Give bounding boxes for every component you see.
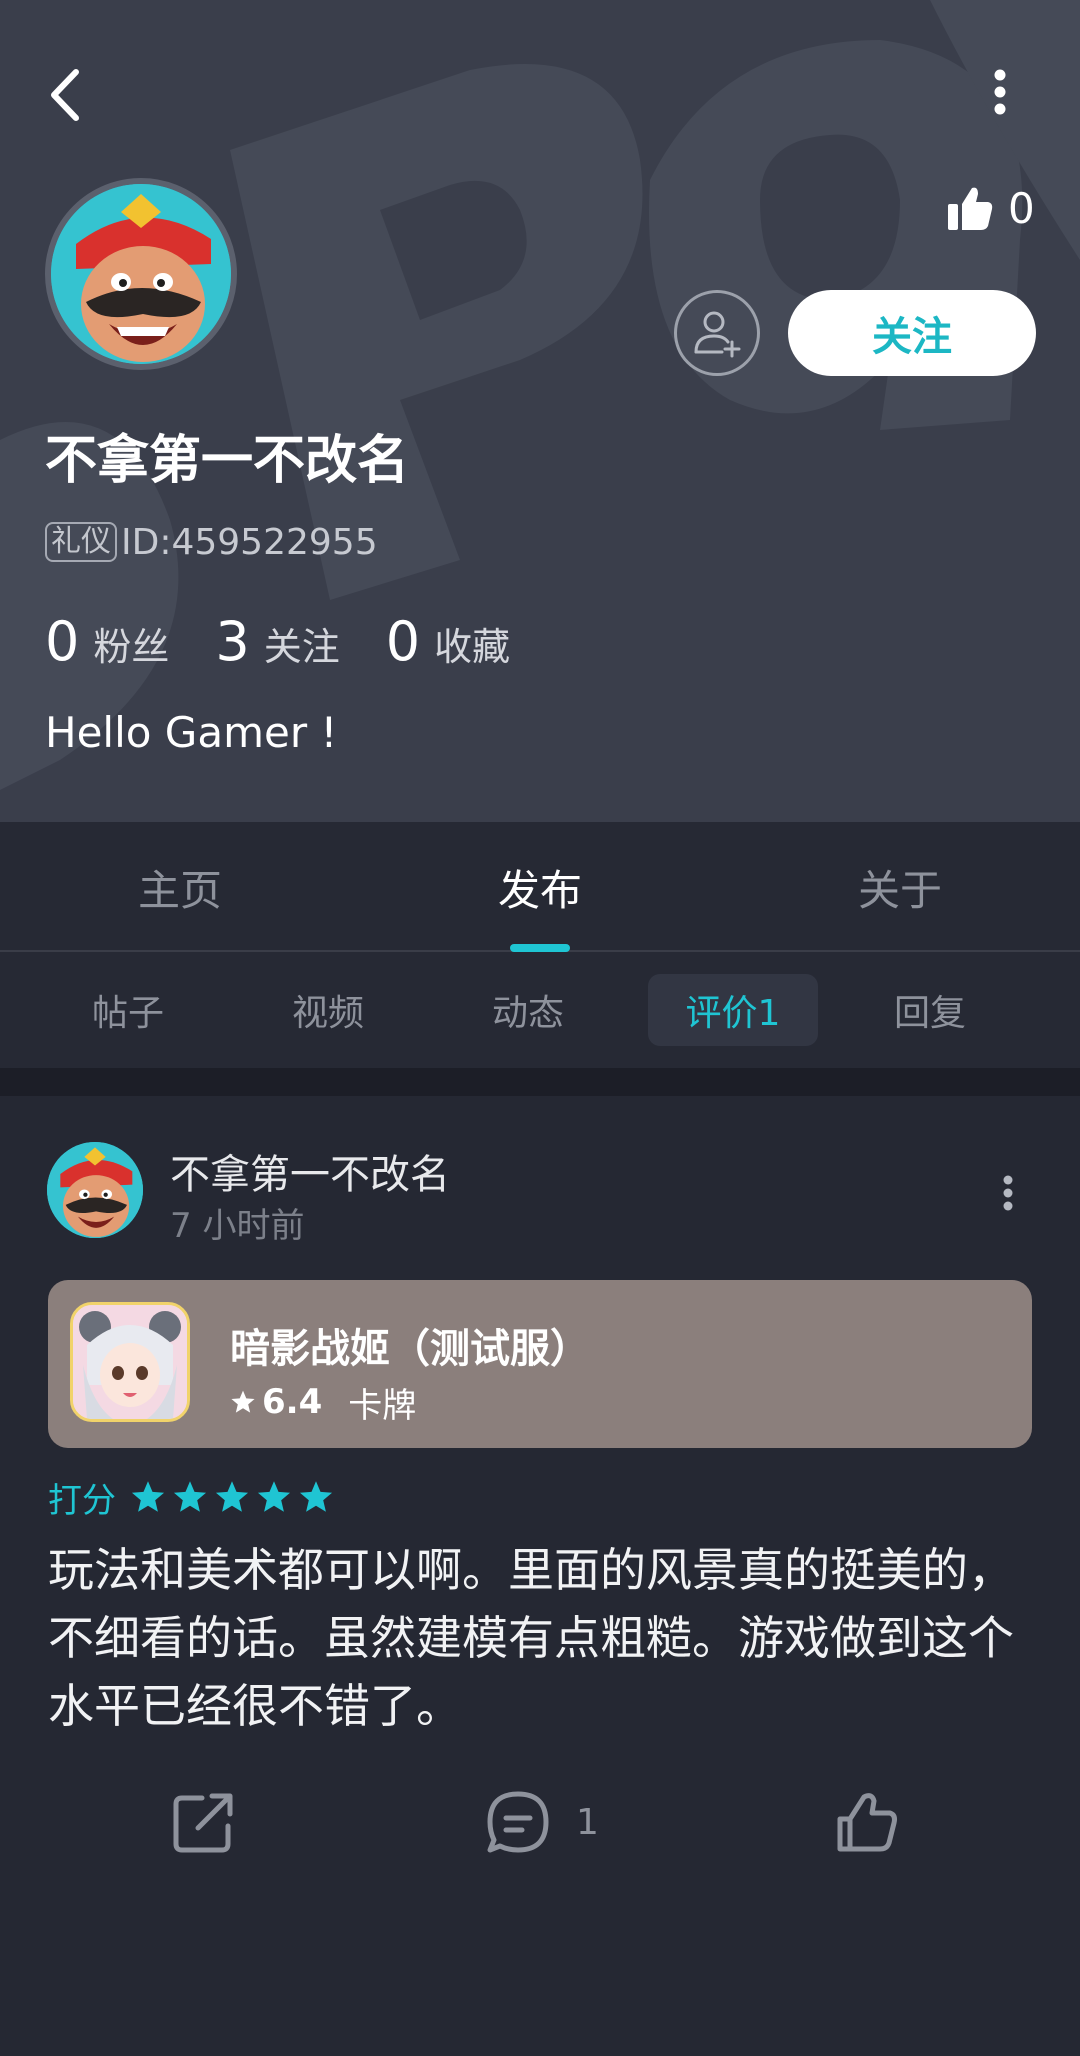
star-icon xyxy=(231,1390,255,1413)
game-icon xyxy=(70,1302,190,1422)
post-author-name[interactable]: 不拿第一不改名 xyxy=(170,1142,450,1200)
stat-number: 3 xyxy=(215,610,250,673)
game-genre: 卡牌 xyxy=(348,1385,417,1426)
more-vertical-icon xyxy=(994,69,1006,115)
user-id: ID:459522955 xyxy=(121,521,378,563)
score-row: 打分 xyxy=(48,1474,340,1521)
stat-followers[interactable]: 0 粉丝 xyxy=(45,610,169,673)
profile-like-button[interactable]: 0 xyxy=(946,178,1035,238)
like-count: 0 xyxy=(1008,183,1035,233)
share-icon xyxy=(173,1793,233,1853)
subtab-reviews[interactable]: 评价1 xyxy=(648,974,818,1046)
review-text: 玩法和美术都可以啊。里面的风景真的挺美的，不细看的话。虽然建模有点粗糙。游戏做到… xyxy=(48,1543,1014,1733)
tab-publish[interactable]: 发布 xyxy=(360,822,720,952)
star-icon xyxy=(131,1481,165,1512)
watermark-logo xyxy=(0,0,1080,790)
stat-label: 收藏 xyxy=(434,625,511,669)
back-button[interactable] xyxy=(40,60,90,130)
stat-favorites[interactable]: 0 收藏 xyxy=(386,610,510,673)
main-tabs: 主页 发布 关于 xyxy=(0,822,1080,952)
chevron-left-icon xyxy=(51,69,79,121)
user-badge: 礼仪 xyxy=(45,522,117,562)
profile-header: 0 关注 不拿第一不改名 礼仪 ID:459522955 0 粉丝 3 关注 0… xyxy=(0,0,1080,822)
game-meta: 6.4 卡牌 xyxy=(230,1380,417,1426)
tab-home[interactable]: 主页 xyxy=(0,822,360,952)
subtab-videos[interactable]: 视频 xyxy=(248,974,408,1046)
post-author-avatar[interactable] xyxy=(47,1142,143,1238)
avatar-image xyxy=(47,1142,143,1238)
review-card[interactable]: 不拿第一不改名 7 小时前 暗影战姬（测试服） 6.4 卡牌 打分 玩法和美术都… xyxy=(0,1096,1080,2056)
subtab-moments[interactable]: 动态 xyxy=(448,974,608,1046)
avatar[interactable] xyxy=(45,178,237,370)
profile-stats: 0 粉丝 3 关注 0 收藏 xyxy=(45,610,556,674)
profile-bio: Hello Gamer ! xyxy=(45,708,338,757)
star-icon xyxy=(173,1481,207,1512)
active-tab-indicator xyxy=(510,944,570,952)
stat-label: 关注 xyxy=(263,625,340,669)
post-actions: 1 xyxy=(0,1772,1080,1872)
thumbs-up-icon xyxy=(948,187,993,230)
add-user-icon xyxy=(694,311,741,358)
stat-number: 0 xyxy=(45,610,80,673)
stat-number: 0 xyxy=(385,610,421,673)
avatar-image xyxy=(51,184,231,364)
game-icon-image xyxy=(73,1305,187,1419)
post-timestamp: 7 小时前 xyxy=(170,1206,305,1246)
star-icon xyxy=(215,1481,249,1512)
profile-username: 不拿第一不改名 xyxy=(45,431,410,491)
game-title: 暗影战姬（测试服） xyxy=(230,1326,590,1372)
comment-icon xyxy=(487,1791,549,1853)
add-friend-button[interactable] xyxy=(674,290,760,376)
user-id-row: 礼仪 ID:459522955 xyxy=(45,520,378,564)
game-rating: 6.4 xyxy=(262,1382,323,1422)
subtab-posts[interactable]: 帖子 xyxy=(48,974,208,1046)
score-label: 打分 xyxy=(48,1480,116,1521)
stat-label: 粉丝 xyxy=(93,625,170,669)
star-icon xyxy=(299,1481,333,1512)
stat-following[interactable]: 3 关注 xyxy=(215,610,339,673)
star-icon xyxy=(257,1481,291,1512)
game-card[interactable]: 暗影战姬（测试服） 6.4 卡牌 xyxy=(48,1280,1032,1448)
thumbs-up-icon xyxy=(837,1793,897,1852)
more-options-button[interactable] xyxy=(975,62,1025,122)
tab-about[interactable]: 关于 xyxy=(720,822,1080,952)
sub-tabs: 帖子 视频 动态 评价1 回复 xyxy=(0,952,1080,1068)
subtab-replies[interactable]: 回复 xyxy=(850,974,1010,1046)
post-more-button[interactable] xyxy=(990,1168,1026,1218)
follow-button[interactable]: 关注 xyxy=(788,290,1036,376)
comment-button[interactable]: 1 xyxy=(486,1772,599,1872)
comment-count: 1 xyxy=(576,1801,599,1843)
share-button[interactable] xyxy=(172,1772,236,1872)
more-vertical-icon xyxy=(1003,1175,1013,1211)
section-divider xyxy=(0,1068,1080,1096)
post-like-button[interactable] xyxy=(836,1772,898,1872)
